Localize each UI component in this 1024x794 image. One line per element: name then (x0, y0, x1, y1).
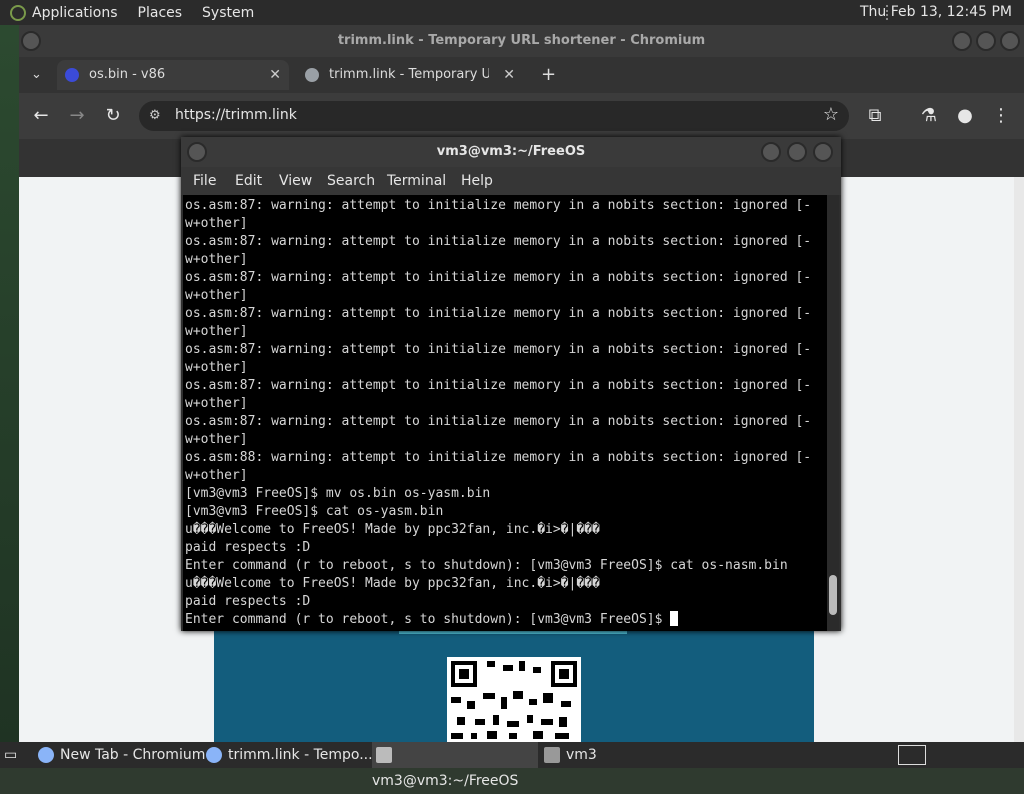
close-tab-icon[interactable]: ✕ (497, 60, 515, 90)
arrow-left-icon[interactable]: ← (31, 106, 51, 126)
maximize-button[interactable] (787, 142, 807, 162)
menu-applications[interactable]: Applications (32, 5, 118, 21)
terminal-output[interactable]: os.asm:87: warning: attempt to initializ… (183, 195, 827, 631)
distro-logo-icon[interactable] (10, 4, 26, 21)
workspace-switcher[interactable] (898, 745, 926, 765)
menu-file[interactable]: File (193, 173, 216, 189)
new-tab-button[interactable]: + (541, 60, 556, 90)
taskbar-item-terminal[interactable]: vm3@vm3:~/FreeOS (372, 742, 538, 789)
person-icon[interactable]: ● (955, 106, 975, 126)
terminal-text: os.asm:87: warning: attempt to initializ… (185, 198, 812, 627)
terminal-title: vm3@vm3:~/FreeOS (436, 144, 586, 159)
taskbar-label: vm3@vm3:~/FreeOS (372, 773, 519, 789)
tab-label: os.bin - v86 (89, 67, 166, 82)
tab-search-chevron-icon[interactable]: ⌄ (31, 60, 51, 90)
chromium-icon (206, 747, 222, 763)
taskbar-label: trimm.link - Tempo... (228, 747, 373, 763)
star-icon[interactable]: ☆ (823, 104, 839, 125)
close-window-button[interactable] (1000, 31, 1020, 51)
minimize-button[interactable] (952, 31, 972, 51)
terminal-cursor (670, 611, 679, 626)
menu-edit[interactable]: Edit (235, 173, 262, 189)
terminal-icon (376, 747, 392, 763)
v86-favicon-icon (65, 67, 79, 82)
taskbar: ▭ New Tab - Chromium trimm.link - Tempo.… (0, 742, 1024, 789)
top-panel: Applications Places System Thu Feb 13, 1… (0, 0, 1024, 25)
browser-titlebar[interactable]: trimm.link - Temporary URL shortener - C… (19, 25, 1024, 57)
taskbar-label: vm3 (566, 747, 597, 763)
minimize-button[interactable] (761, 142, 781, 162)
terminal-scrollbar[interactable] (827, 195, 839, 631)
url-text[interactable]: https://trimm.link (175, 107, 297, 123)
taskbar-item-vm3[interactable]: vm3 (544, 742, 597, 768)
menu-terminal[interactable]: Terminal (387, 173, 446, 189)
tab-strip: ⌄ os.bin - v86 ✕ trimm.link - Temporary … (19, 57, 1024, 93)
address-bar[interactable]: ⚙ https://trimm.link ☆ (139, 101, 849, 131)
menu-help[interactable]: Help (461, 173, 493, 189)
close-tab-icon[interactable]: ✕ (269, 60, 281, 90)
show-desktop-icon[interactable]: ▭ (4, 742, 22, 768)
reload-icon[interactable]: ↻ (103, 106, 123, 126)
chromium-icon (38, 747, 54, 763)
kebab-menu-icon[interactable]: ⋮ (991, 106, 1011, 126)
menu-search[interactable]: Search (327, 173, 375, 189)
puzzle-icon[interactable]: ⧉ (865, 106, 885, 126)
taskbar-label: New Tab - Chromium (60, 747, 206, 763)
folder-icon (544, 747, 560, 763)
taskbar-item-newtab[interactable]: New Tab - Chromium (38, 742, 205, 768)
browser-toolbar: ← → ↻ ⚙ https://trimm.link ☆ ⧉ ⚗ ● ⋮ (19, 93, 1024, 139)
scrollbar-thumb[interactable] (829, 575, 837, 615)
maximize-button[interactable] (976, 31, 996, 51)
terminal-titlebar[interactable]: vm3@vm3:~/FreeOS (181, 137, 841, 167)
window-menu-button[interactable] (187, 142, 207, 162)
close-window-button[interactable] (813, 142, 833, 162)
menu-places[interactable]: Places (138, 5, 183, 21)
site-settings-icon[interactable]: ⚙ (149, 108, 161, 123)
window-menu-button[interactable] (21, 31, 41, 51)
menu-view[interactable]: View (279, 173, 312, 189)
menu-system[interactable]: System (202, 5, 254, 21)
browser-title: trimm.link - Temporary URL shortener - C… (337, 33, 706, 48)
terminal-menubar: File Edit View Search Terminal Help (181, 167, 841, 195)
tab-trimm[interactable]: trimm.link - Temporary URL shortener ✕ (297, 60, 523, 90)
page-scrollbar[interactable] (1014, 177, 1024, 742)
flask-icon[interactable]: ⚗ (919, 106, 939, 126)
tab-osbin[interactable]: os.bin - v86 ✕ (57, 60, 289, 90)
globe-favicon-icon (305, 67, 319, 82)
terminal-window: vm3@vm3:~/FreeOS File Edit View Search T… (181, 137, 841, 631)
qr-code (447, 657, 581, 742)
taskbar-item-trimm[interactable]: trimm.link - Tempo... (206, 742, 373, 768)
desktop-background (0, 25, 19, 742)
arrow-right-icon[interactable]: → (67, 106, 87, 126)
tab-label: trimm.link - Temporary URL shortener (329, 67, 489, 82)
panel-clock[interactable]: Thu Feb 13, 12:45 PM (860, 4, 1012, 20)
